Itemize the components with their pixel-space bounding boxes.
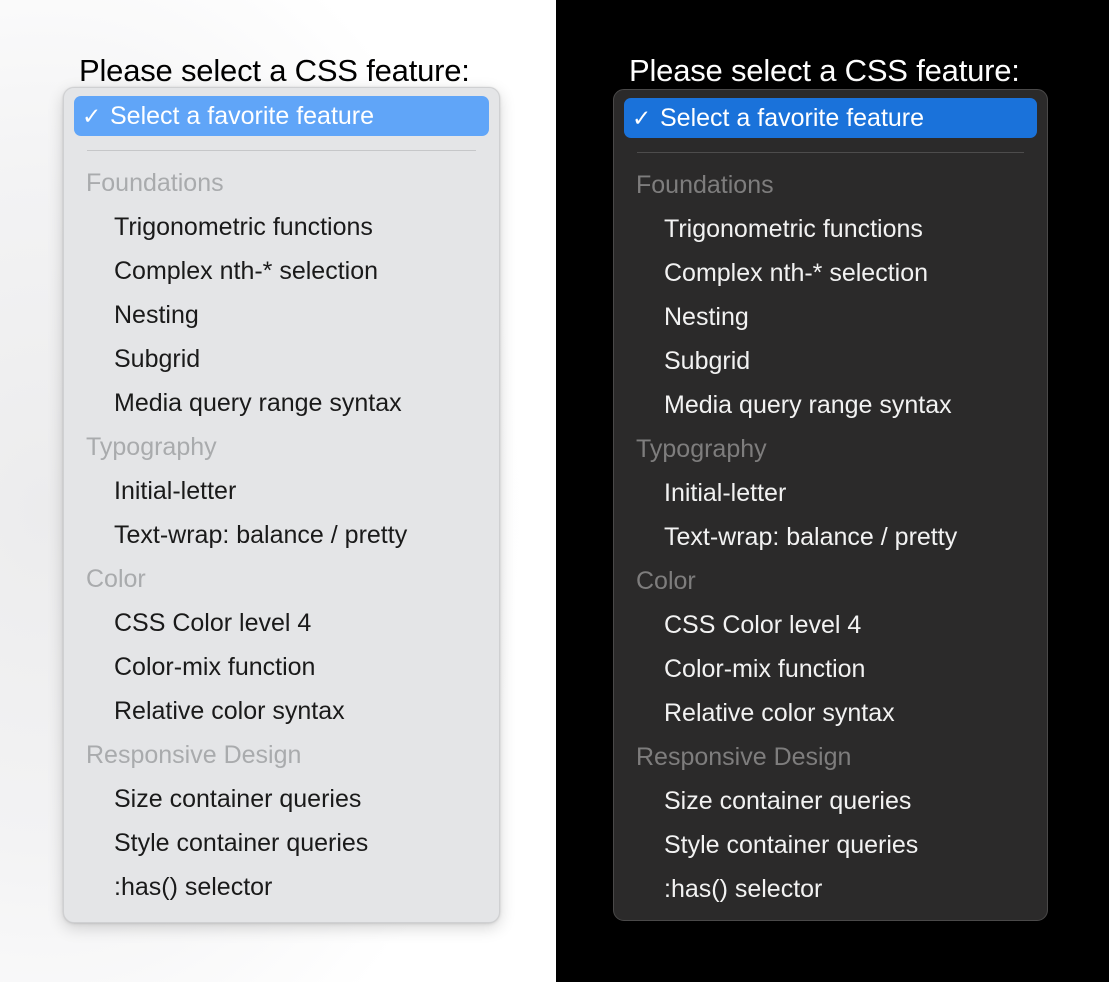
option-item[interactable]: :has() selector [614, 867, 1047, 911]
option-item[interactable]: Trigonometric functions [64, 205, 499, 249]
select-dropdown-popup-dark[interactable]: ✓ Select a favorite feature Foundations T… [613, 89, 1048, 921]
option-item[interactable]: CSS Color level 4 [614, 603, 1047, 647]
option-group-label: Foundations [636, 171, 774, 199]
option-item[interactable]: Trigonometric functions [614, 207, 1047, 251]
checkmark-icon: ✓ [632, 104, 652, 131]
screenshot-stage: Please select a CSS feature: Please sele… [0, 0, 1109, 982]
option-item[interactable]: Complex nth-* selection [64, 249, 499, 293]
option-item[interactable]: Text-wrap: balance / pretty [614, 515, 1047, 559]
popup-separator-light [87, 150, 476, 151]
option-item[interactable]: Initial-letter [64, 469, 499, 513]
option-item[interactable]: Style container queries [64, 821, 499, 865]
option-item[interactable]: Size container queries [614, 779, 1047, 823]
option-group-label: Typography [636, 435, 767, 463]
option-item[interactable]: Nesting [614, 295, 1047, 339]
page-title-light: Please select a CSS feature: [79, 53, 470, 88]
popup-separator-dark [637, 152, 1024, 153]
option-group-label: Responsive Design [636, 743, 852, 771]
option-group-label: Color [86, 565, 146, 593]
option-item[interactable]: CSS Color level 4 [64, 601, 499, 645]
option-item[interactable]: Complex nth-* selection [614, 251, 1047, 295]
selected-option-label: Select a favorite feature [660, 103, 925, 132]
option-item[interactable]: Text-wrap: balance / pretty [64, 513, 499, 557]
option-item[interactable]: Relative color syntax [64, 689, 499, 733]
option-item[interactable]: Media query range syntax [64, 381, 499, 425]
select-dropdown-popup-light[interactable]: ✓ Select a favorite feature Foundations T… [63, 87, 500, 923]
option-item[interactable]: Subgrid [64, 337, 499, 381]
option-item[interactable]: Subgrid [614, 339, 1047, 383]
page-title-dark: Please select a CSS feature: [629, 53, 1020, 88]
option-item[interactable]: Relative color syntax [614, 691, 1047, 735]
option-item[interactable]: Nesting [64, 293, 499, 337]
option-item[interactable]: Media query range syntax [614, 383, 1047, 427]
option-item[interactable]: Style container queries [614, 823, 1047, 867]
selected-option-row-light[interactable]: ✓ Select a favorite feature [74, 96, 489, 136]
option-list-light: Foundations Trigonometric functions Comple… [64, 161, 499, 909]
option-item[interactable]: Color-mix function [614, 647, 1047, 691]
option-item[interactable]: :has() selector [64, 865, 499, 909]
option-group-label: Responsive Design [86, 741, 302, 769]
option-list-dark: Foundations Trigonometric functions Comple… [614, 163, 1047, 911]
selected-option-row-dark[interactable]: ✓ Select a favorite feature [624, 98, 1037, 138]
checkmark-icon: ✓ [82, 102, 102, 129]
selected-option-label: Select a favorite feature [110, 101, 375, 130]
option-group-label: Color [636, 567, 696, 595]
option-group-label: Foundations [86, 169, 224, 197]
option-group-label: Typography [86, 433, 217, 461]
option-item[interactable]: Size container queries [64, 777, 499, 821]
option-item[interactable]: Initial-letter [614, 471, 1047, 515]
option-item[interactable]: Color-mix function [64, 645, 499, 689]
